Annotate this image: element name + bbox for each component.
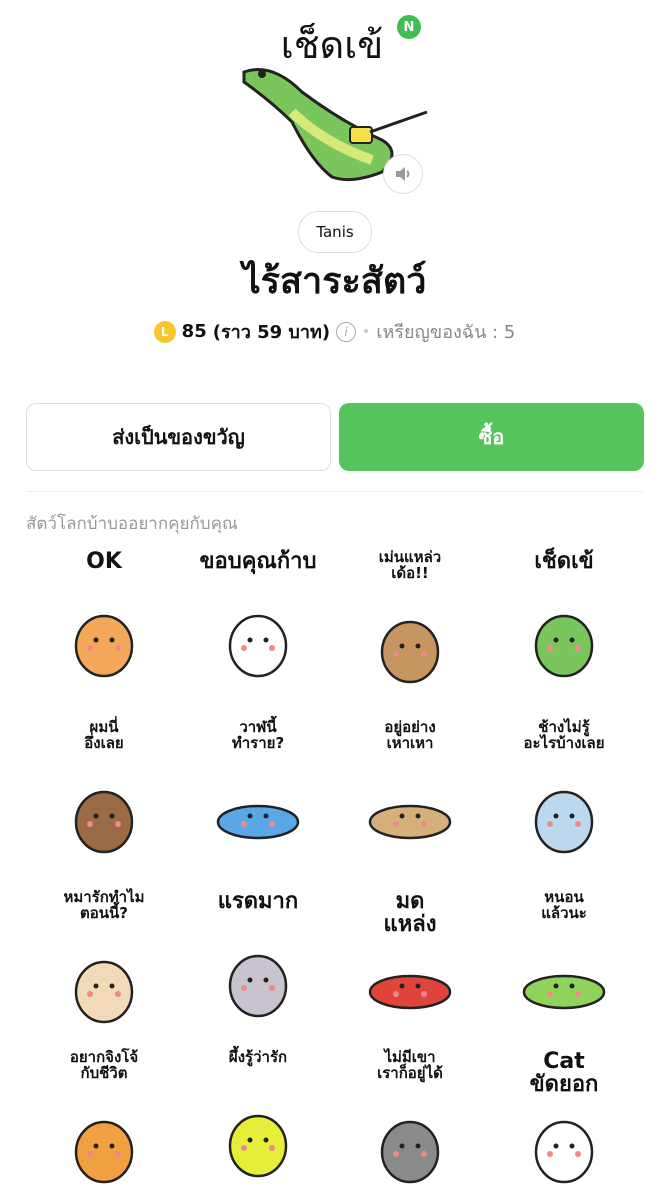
speaker-icon (396, 167, 410, 181)
buffalo-sticker-icon (380, 1120, 440, 1184)
sticker-caption: OK (86, 549, 122, 574)
cat2-sticker-icon (534, 1120, 594, 1184)
info-icon[interactable]: i (336, 321, 357, 342)
sticker-item[interactable]: อยากจิงโจ้ กับชีวิต (44, 1048, 164, 1190)
sticker-caption: ผึ้งรู้ว่ารัก (228, 1048, 288, 1066)
sticker-item[interactable]: ไม่มีเขา เราก็อยู่ได้ (350, 1048, 470, 1190)
my-coins: เหรียญของฉัน : 5 (376, 322, 516, 343)
price-row: L 85 (ราว 59 บาท) i • เหรียญของฉัน : 5 (0, 317, 669, 346)
crocodile-sticker-icon (534, 614, 594, 678)
sticker-item[interactable]: หมารักทำไม ตอนนี้? (44, 888, 164, 1030)
price-approx: (ราว 59 บาท) (212, 322, 331, 343)
sticker-item[interactable]: ขอบคุณก้าบ (198, 550, 318, 690)
sticker-item[interactable]: หนอน แล้วนะ (504, 888, 624, 1030)
sticker-caption: ไม่มีเขา เราก็อยู่ได้ (377, 1048, 443, 1082)
dog-sticker-icon (74, 960, 134, 1024)
worm-sticker-icon (522, 974, 606, 1010)
elephant-sticker-icon (534, 790, 594, 854)
cat-sticker-icon (74, 614, 134, 678)
sticker-item[interactable]: มด แหล่ง (350, 890, 470, 1030)
sound-button[interactable] (383, 154, 423, 194)
louse-sticker-icon (368, 804, 452, 840)
creator-chip[interactable]: Tanis (298, 211, 372, 253)
kangaroo-sticker-icon (74, 1120, 134, 1184)
sticker-caption: อยากจิงโจ้ กับชีวิต (69, 1048, 139, 1082)
separator-dot: • (362, 323, 371, 340)
sticker-item[interactable]: ผึ้งรู้ว่ารัก (198, 1048, 318, 1190)
sticker-title: ไร้สาระสัตว์ (242, 261, 427, 302)
sticker-caption: หนอน แล้วนะ (541, 888, 587, 922)
sticker-caption: อยู่อย่าง เหาเหา (384, 718, 436, 752)
sticker-item[interactable]: ช้างไม่รู้ อะไรบ้างเลย (504, 718, 624, 860)
duck-sticker-icon (228, 614, 288, 678)
toad-sticker-icon (74, 790, 134, 854)
sticker-item[interactable]: OK (44, 550, 164, 690)
coin-icon: L (153, 320, 176, 343)
sticker-item[interactable]: Cat ขัดยอก (504, 1050, 624, 1190)
whale-sticker-icon (216, 804, 300, 840)
sticker-caption: Cat ขัดยอก (529, 1049, 599, 1098)
sticker-item[interactable]: ผมนี่ อึ่งเลย (44, 718, 164, 860)
hedgehog-sticker-icon (380, 620, 440, 684)
sticker-caption: แรดมาก (217, 889, 299, 914)
sticker-caption: ผมนี่ อึ่งเลย (84, 718, 124, 752)
sticker-caption: ช้างไม่รู้ อะไรบ้างเลย (523, 718, 605, 752)
hero-sticker-text: เช็ดเข้ (281, 22, 383, 67)
bee-sticker-icon (228, 1114, 288, 1178)
sticker-caption: เช็ดเข้ (534, 549, 594, 574)
send-gift-button[interactable]: ส่งเป็นของขวัญ (26, 403, 331, 471)
ant-sticker-icon (368, 974, 452, 1010)
sticker-caption: เม่นแหล่ว เด้อ!! (378, 548, 442, 582)
buy-button[interactable]: ซื้อ (339, 403, 644, 471)
sticker-item[interactable]: แรดมาก (198, 890, 318, 1030)
sticker-item[interactable]: เช็ดเข้ (504, 550, 624, 690)
sticker-caption: หมารักทำไม ตอนนี้? (63, 888, 145, 922)
sticker-caption: มด แหล่ง (383, 889, 437, 938)
sticker-caption: ขอบคุณก้าบ (199, 549, 317, 574)
sticker-item[interactable]: อยู่อย่าง เหาเหา (350, 718, 470, 860)
sticker-item[interactable]: เม่นแหล่ว เด้อ!! (350, 548, 470, 690)
sticker-item[interactable]: วาฬนี้ ทำราย? (198, 718, 318, 860)
new-badge: N (397, 15, 421, 39)
rhinos-sticker-icon (228, 954, 288, 1018)
sticker-description: สัตว์โลกบ้าบออยากคุยกับคุณ (26, 514, 238, 534)
price-amount: 85 (181, 321, 207, 342)
sticker-caption: วาฬนี้ ทำราย? (231, 718, 285, 752)
divider (26, 491, 644, 492)
